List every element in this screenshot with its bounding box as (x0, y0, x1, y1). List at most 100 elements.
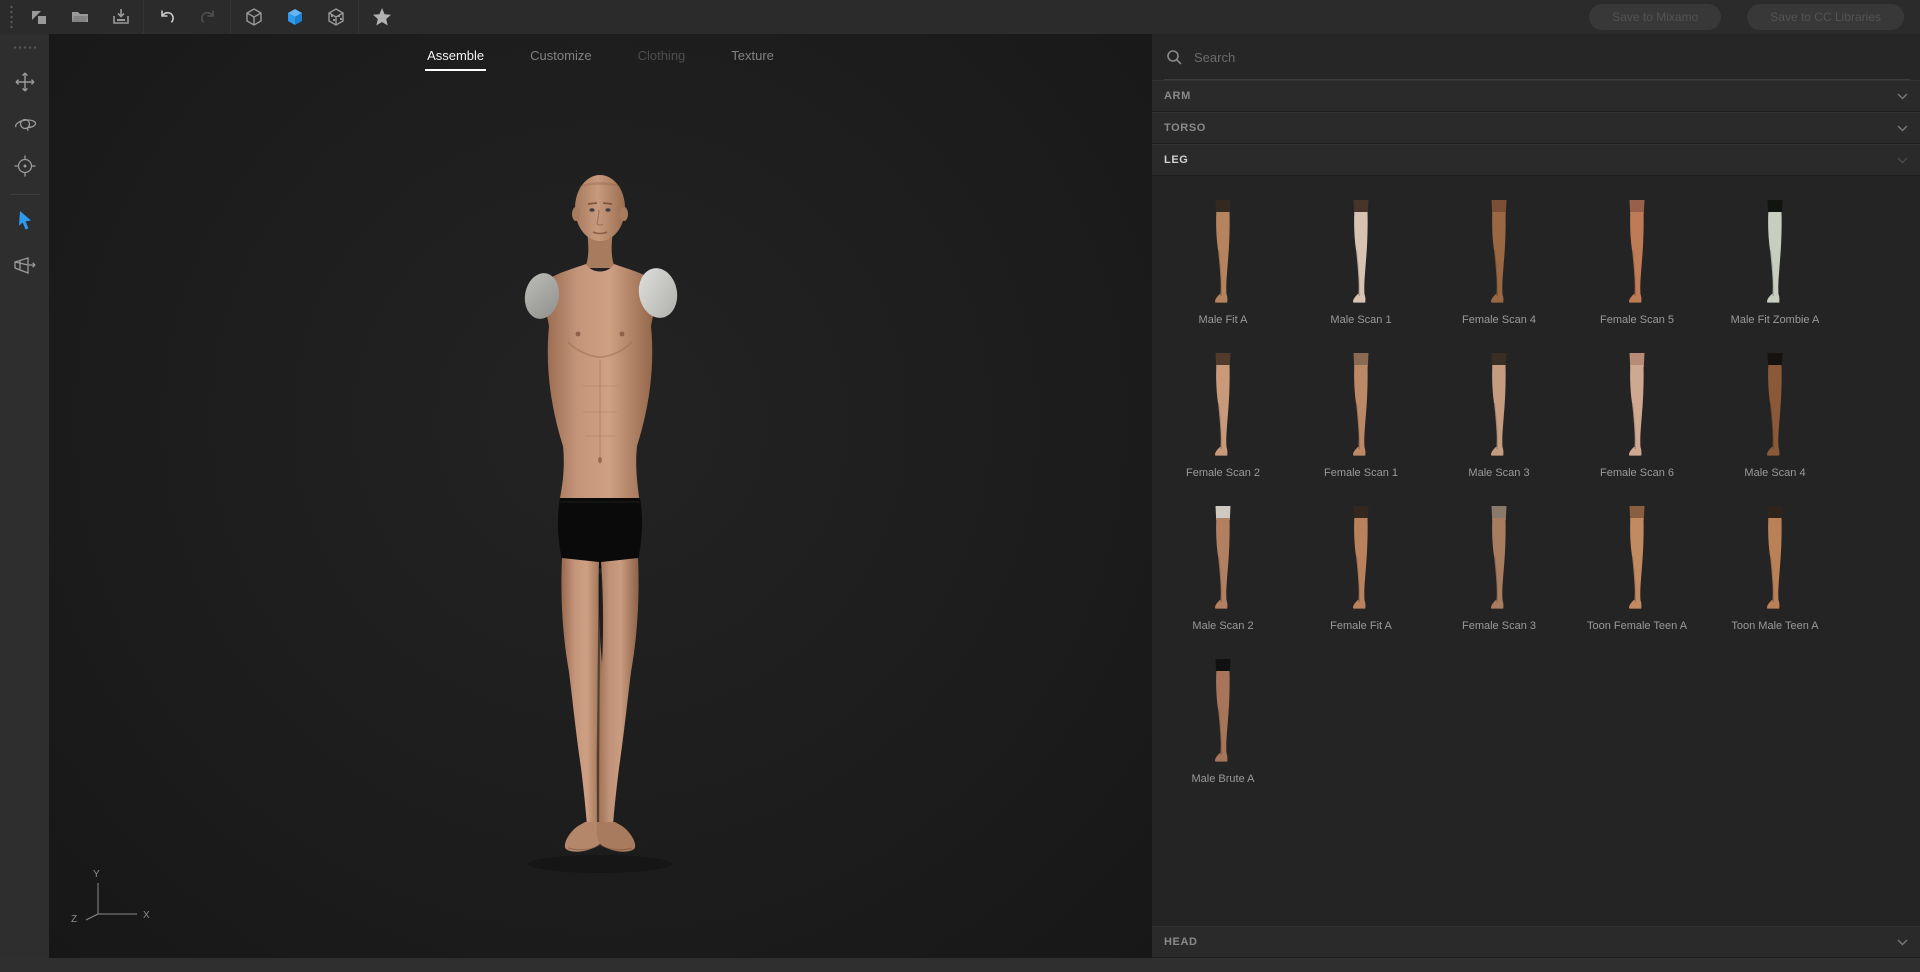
select-tool-button[interactable] (0, 201, 49, 241)
search-icon (1166, 49, 1182, 65)
section-header-arm[interactable]: ARM (1152, 80, 1920, 112)
section-label-leg: LEG (1164, 154, 1189, 166)
new-project-icon (29, 7, 49, 27)
leg-item[interactable]: Male Scan 4 (1706, 349, 1844, 480)
leg-thumbnail (1215, 353, 1231, 456)
tab-clothing[interactable]: Clothing (636, 42, 688, 74)
view-shaded-button[interactable] (274, 0, 315, 34)
character-model[interactable] (450, 164, 750, 892)
leg-thumbnail (1629, 506, 1645, 609)
section-label-torso: TORSO (1164, 122, 1206, 134)
section-header-head[interactable]: HEAD (1152, 926, 1920, 958)
tab-assemble[interactable]: Assemble (425, 42, 487, 74)
leg-thumbnail (1215, 506, 1231, 609)
leg-item[interactable]: Male Scan 1 (1292, 196, 1430, 327)
leg-item[interactable]: Female Scan 3 (1430, 502, 1568, 633)
leg-item[interactable]: Toon Male Teen A (1706, 502, 1844, 633)
favorites-button[interactable] (361, 0, 402, 34)
leg-thumbnail (1629, 353, 1645, 456)
cube-shaded-icon (285, 7, 305, 27)
leg-item-label: Male Scan 3 (1468, 467, 1530, 479)
leg-thumbnail (1353, 353, 1369, 456)
leg-item[interactable]: Male Fit Zombie A (1706, 196, 1844, 327)
camera-tool-button[interactable] (0, 247, 49, 287)
search-input[interactable] (1194, 49, 1594, 65)
pan-tool-button[interactable] (0, 62, 49, 102)
character-leg-right (596, 558, 639, 826)
leg-item[interactable]: Female Scan 2 (1154, 349, 1292, 480)
save-to-mixamo-button[interactable]: Save to Mixamo (1589, 4, 1722, 30)
new-project-button[interactable] (18, 0, 59, 34)
pan-icon (13, 70, 37, 94)
leg-item[interactable]: Female Scan 6 (1568, 349, 1706, 480)
leg-item[interactable]: Female Scan 4 (1430, 196, 1568, 327)
leg-item-label: Male Fit A (1198, 314, 1248, 326)
section-label-arm: ARM (1164, 90, 1191, 102)
leg-item-label: Female Scan 1 (1324, 467, 1398, 479)
axis-x-label: X (143, 910, 150, 921)
leg-thumbnail (1491, 200, 1507, 303)
toolbar-right-actions: Save to Mixamo Save to CC Libraries (1589, 4, 1904, 30)
undo-button[interactable] (146, 0, 187, 34)
view-textured-button[interactable] (315, 0, 356, 34)
save-icon (111, 7, 131, 27)
camera-frustum-icon (12, 255, 38, 279)
axis-y-label: Y (93, 869, 100, 880)
tab-customize[interactable]: Customize (528, 42, 593, 74)
leg-item[interactable]: Female Fit A (1292, 502, 1430, 633)
view-wireframe-button[interactable] (233, 0, 274, 34)
save-to-cc-libraries-button[interactable]: Save to CC Libraries (1747, 4, 1904, 30)
toolbar-drag-grip[interactable] (4, 4, 18, 30)
leg-grid: Male Fit A Male Scan 1 Female Scan 4 Fem… (1154, 196, 1920, 786)
leg-item-label: Male Fit Zombie A (1730, 314, 1820, 326)
leg-item-label: Female Scan 6 (1600, 467, 1674, 479)
section-header-torso[interactable]: TORSO (1152, 112, 1920, 144)
leg-item[interactable]: Female Scan 5 (1568, 196, 1706, 327)
mode-tabs: Assemble Customize Clothing Texture (49, 34, 1152, 82)
open-file-button[interactable] (59, 0, 100, 34)
leg-item-label: Female Scan 2 (1186, 467, 1260, 479)
leg-item[interactable]: Male Scan 2 (1154, 502, 1292, 633)
orbit-tool-button[interactable] (0, 104, 49, 144)
leg-item[interactable]: Toon Female Teen A (1568, 502, 1706, 633)
leg-item[interactable]: Male Scan 3 (1430, 349, 1568, 480)
leg-item-label: Male Scan 2 (1192, 620, 1254, 632)
toolbar-separator (230, 0, 231, 34)
cube-textured-icon (326, 7, 346, 27)
star-icon (371, 6, 393, 28)
bottom-strip (0, 958, 1920, 972)
leg-item-label: Female Scan 3 (1462, 620, 1536, 632)
leg-section-content: Male Fit A Male Scan 1 Female Scan 4 Fem… (1152, 176, 1920, 926)
toolbar-separator (143, 0, 144, 34)
character-briefs (557, 498, 643, 569)
toolbar-separator (358, 0, 359, 34)
redo-button[interactable] (187, 0, 228, 34)
leg-thumbnail (1353, 506, 1369, 609)
section-label-head: HEAD (1164, 936, 1198, 948)
leg-item-label: Toon Female Teen A (1586, 620, 1688, 632)
leg-item-label: Toon Male Teen A (1731, 620, 1819, 632)
chevron-down-icon (1897, 124, 1908, 132)
cube-wireframe-icon (244, 7, 264, 27)
leg-thumbnail (1353, 200, 1369, 303)
leg-item-label: Female Scan 4 (1462, 314, 1536, 326)
leg-thumbnail (1767, 200, 1783, 303)
leg-thumbnail (1629, 200, 1645, 303)
leg-item[interactable]: Male Brute A (1154, 655, 1292, 786)
rail-drag-grip[interactable] (11, 42, 38, 52)
rail-separator (9, 194, 40, 195)
viewport-3d[interactable]: Assemble Customize Clothing Texture Y X … (49, 34, 1152, 958)
leg-thumbnail (1215, 659, 1231, 762)
chevron-down-icon (1897, 156, 1908, 164)
leg-item[interactable]: Male Fit A (1154, 196, 1292, 327)
leg-thumbnail (1215, 200, 1231, 303)
leg-item[interactable]: Female Scan 1 (1292, 349, 1430, 480)
dolly-tool-button[interactable] (0, 146, 49, 186)
leg-thumbnail (1491, 353, 1507, 456)
leg-item-label: Male Brute A (1191, 773, 1255, 785)
leg-thumbnail (1491, 506, 1507, 609)
chevron-down-icon (1897, 92, 1908, 100)
section-header-leg[interactable]: LEG (1152, 144, 1920, 176)
save-button[interactable] (100, 0, 141, 34)
tab-texture[interactable]: Texture (729, 42, 776, 74)
